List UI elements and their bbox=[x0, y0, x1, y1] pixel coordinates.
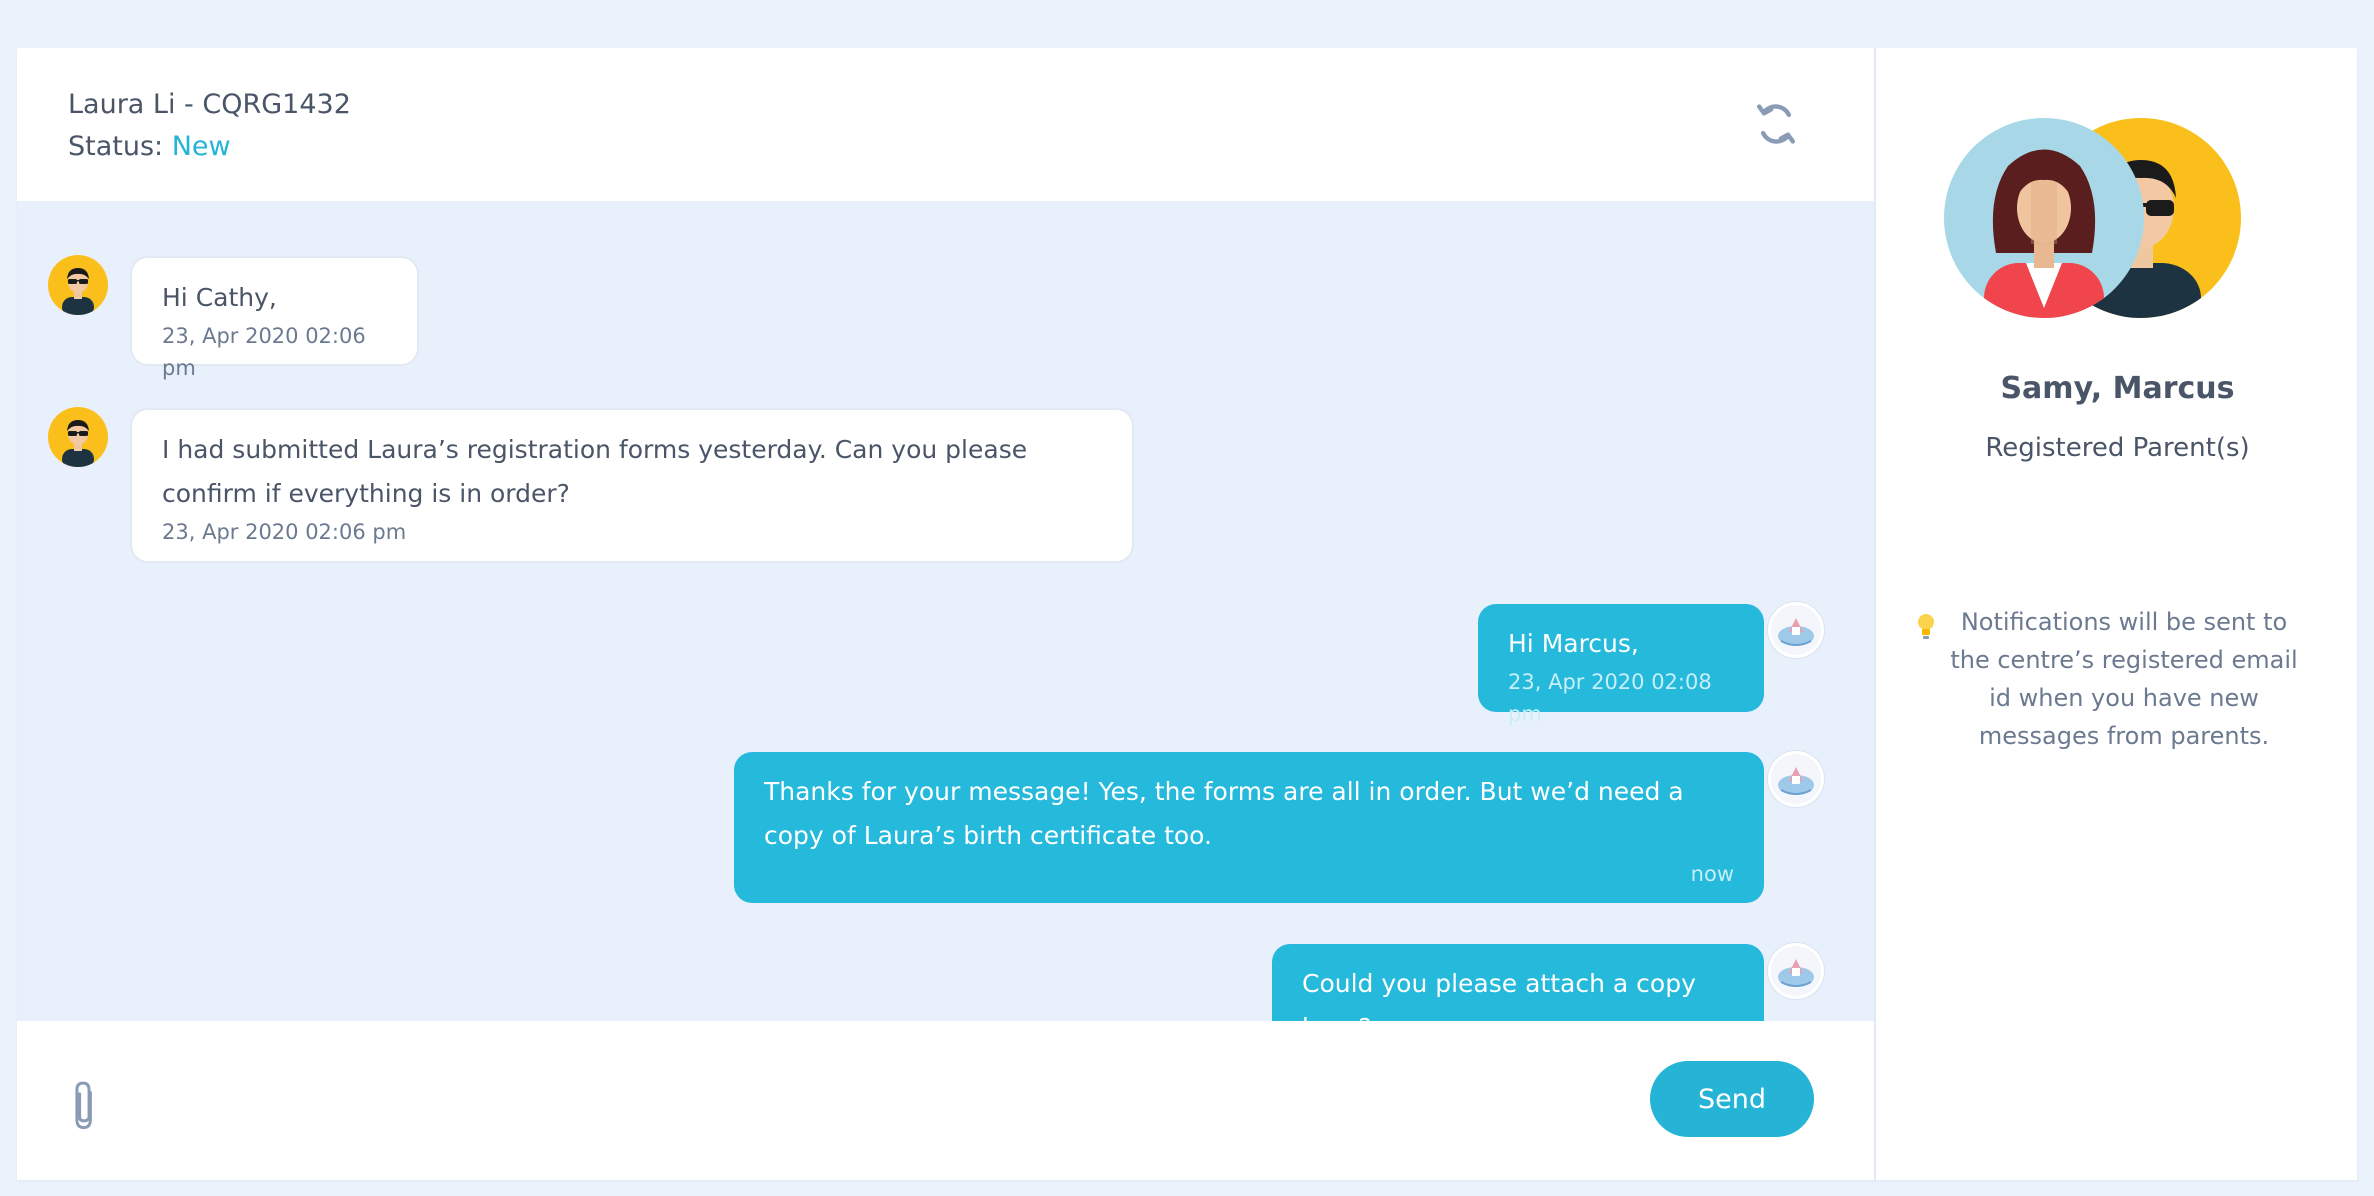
message-time: now bbox=[1690, 862, 1734, 886]
chat-panel: Laura Li - CQRG1432 Status: New Hi Cathy… bbox=[17, 48, 1874, 1180]
status-label: Status: bbox=[68, 131, 164, 162]
refresh-icon bbox=[1756, 104, 1796, 144]
message-bubble: Thanks for your message! Yes, the forms … bbox=[734, 752, 1764, 903]
attach-button[interactable] bbox=[61, 1076, 109, 1136]
status-value: New bbox=[171, 131, 231, 162]
man-avatar-icon bbox=[62, 268, 94, 315]
parent-info-panel: Samy, Marcus Registered Parent(s) Notifi… bbox=[1874, 48, 2357, 1180]
notification-notice: Notifications will be sent to the centre… bbox=[1950, 608, 2298, 750]
message-text: Hi Marcus, bbox=[1508, 629, 1639, 658]
message-bubble: I had submitted Laura’s registration for… bbox=[130, 408, 1134, 563]
centre-avatar bbox=[1768, 943, 1824, 999]
message-bubble: Hi Cathy, 23, Apr 2020 02:06 pm bbox=[130, 256, 419, 380]
centre-logo-icon bbox=[1778, 767, 1814, 795]
parent-avatar bbox=[48, 255, 108, 315]
man-avatar-icon bbox=[62, 420, 94, 467]
composer: Send bbox=[17, 1021, 1874, 1180]
message-time: 23, Apr 2020 02:06 pm bbox=[162, 520, 407, 544]
centre-avatar bbox=[1768, 751, 1824, 807]
child-name: Laura Li - CQRG1432 bbox=[68, 89, 351, 120]
paperclip-icon bbox=[75, 1081, 92, 1130]
parents-role: Registered Parent(s) bbox=[1985, 433, 2250, 463]
parents-name: Samy, Marcus bbox=[2000, 371, 2235, 406]
centre-logo-icon bbox=[1778, 959, 1814, 987]
message-text: Hi Cathy, bbox=[162, 283, 277, 312]
refresh-button[interactable] bbox=[1750, 98, 1802, 150]
message-text: I had submitted Laura’s registration for… bbox=[162, 435, 1028, 508]
message-bubble: Hi Marcus, 23, Apr 2020 02:08 pm bbox=[1478, 604, 1764, 726]
centre-logo-icon bbox=[1778, 618, 1814, 646]
app-window: Laura Li - CQRG1432 Status: New Hi Cathy… bbox=[17, 48, 2357, 1180]
message-time: 23, Apr 2020 02:06 pm bbox=[162, 324, 366, 380]
message-text: Thanks for your message! Yes, the forms … bbox=[764, 777, 1684, 850]
centre-avatar bbox=[1768, 602, 1824, 658]
send-button[interactable]: Send bbox=[1650, 1061, 1814, 1137]
chat-header: Laura Li - CQRG1432 Status: New bbox=[17, 48, 1874, 201]
status-line: Status: New bbox=[68, 131, 231, 162]
parents-avatars bbox=[1944, 118, 2241, 318]
message-time: 23, Apr 2020 02:08 pm bbox=[1508, 670, 1712, 726]
lightbulb-icon bbox=[1914, 612, 1938, 642]
parent-avatar bbox=[48, 407, 108, 467]
message-list[interactable]: Hi Cathy, 23, Apr 2020 02:06 pm I had su… bbox=[17, 201, 1874, 1078]
